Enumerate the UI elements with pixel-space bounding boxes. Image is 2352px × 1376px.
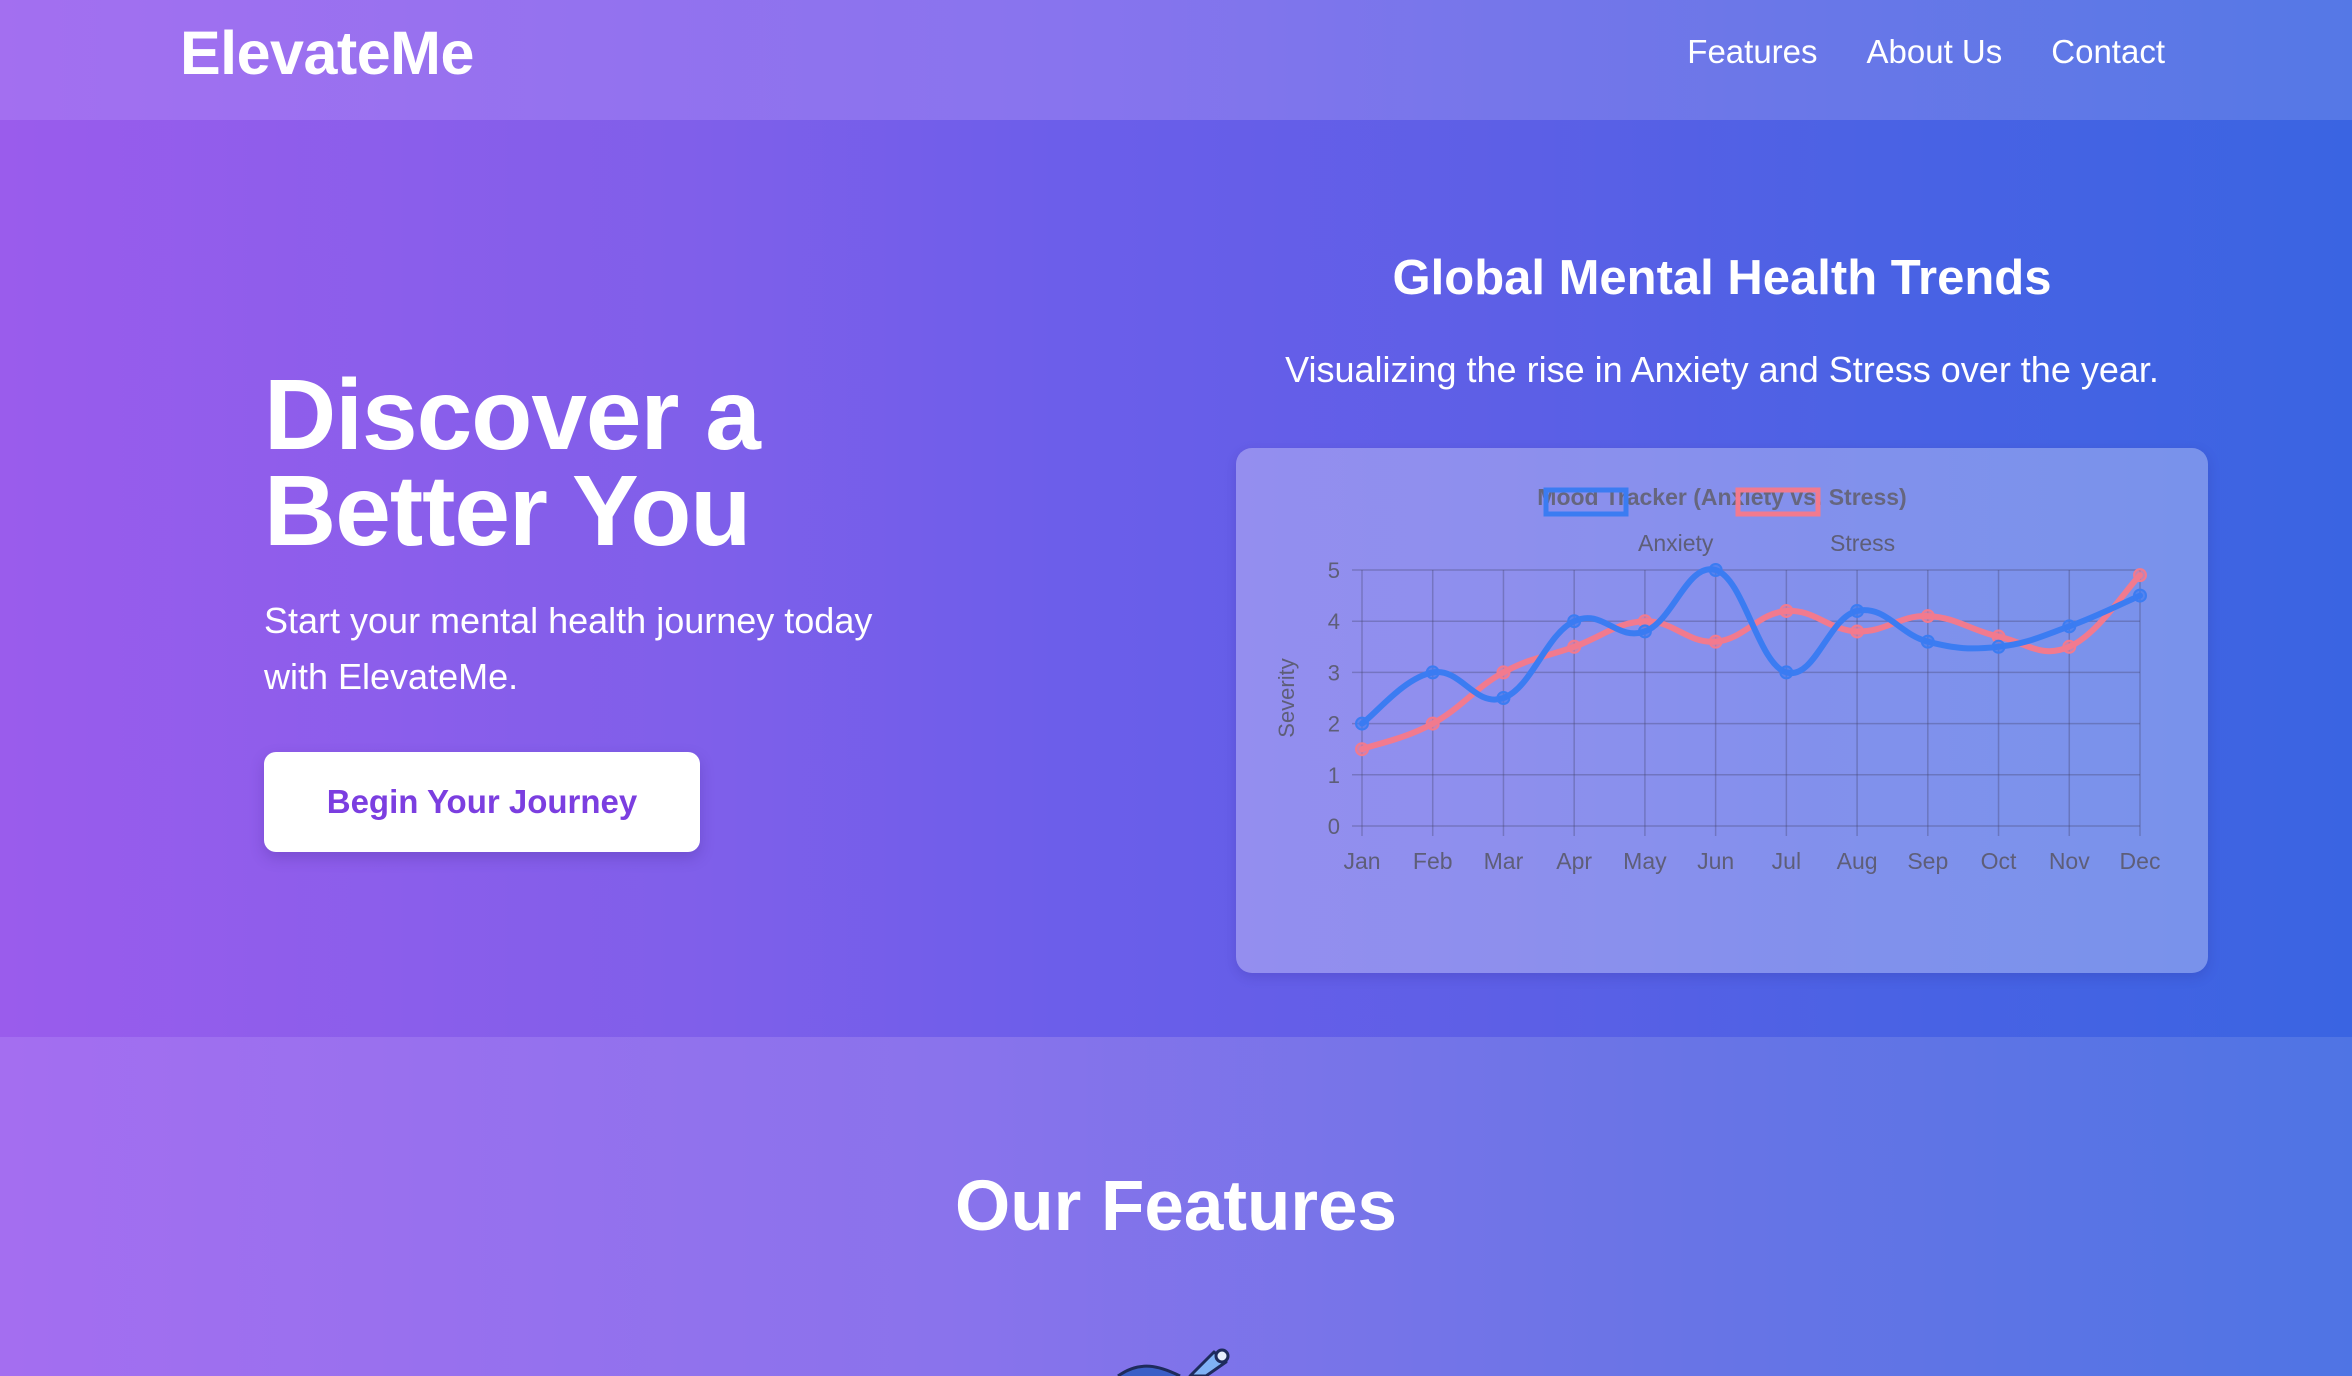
data-point-stress bbox=[2062, 639, 2077, 654]
data-point-anxiety bbox=[1496, 691, 1511, 705]
x-tick-label: Apr bbox=[1556, 848, 1592, 874]
x-tick-label: Oct bbox=[1981, 848, 2017, 874]
y-axis-label: Severity bbox=[1274, 658, 1299, 737]
main-nav: Features About Us Contact bbox=[1687, 30, 2165, 74]
legend-label-anxiety: Anxiety bbox=[1638, 530, 1714, 556]
data-point-anxiety bbox=[2133, 588, 2147, 603]
data-point-stress bbox=[1850, 624, 1865, 639]
data-point-anxiety bbox=[2062, 619, 2077, 634]
trends-subtitle: Visualizing the rise in Anxiety and Stre… bbox=[1285, 349, 2159, 390]
data-point-anxiety bbox=[1779, 665, 1794, 680]
x-tick-label: Mar bbox=[1484, 848, 1524, 874]
x-tick-label: Feb bbox=[1413, 848, 1453, 874]
nav-features[interactable]: Features bbox=[1687, 30, 1817, 74]
x-tick-label: Nov bbox=[2049, 848, 2090, 874]
x-tick-label: Aug bbox=[1837, 848, 1878, 874]
hero-title: Discover a Better You bbox=[264, 359, 761, 567]
legend-label-stress: Stress bbox=[1830, 530, 1895, 556]
data-point-stress bbox=[1920, 609, 1935, 624]
y-tick-label: 2 bbox=[1328, 712, 1340, 737]
data-point-stress bbox=[1567, 639, 1582, 654]
y-tick-label: 4 bbox=[1328, 609, 1340, 634]
data-point-stress bbox=[1425, 716, 1440, 731]
data-point-anxiety bbox=[1920, 634, 1935, 649]
y-tick-label: 3 bbox=[1328, 660, 1340, 685]
hero-title-line2: Better You bbox=[264, 455, 751, 567]
data-point-anxiety bbox=[1850, 603, 1865, 618]
begin-journey-button[interactable]: Begin Your Journey bbox=[264, 752, 700, 852]
x-tick-label: Dec bbox=[2120, 848, 2161, 874]
data-point-stress bbox=[1496, 665, 1511, 680]
hero-subtitle: Start your mental health journey today w… bbox=[264, 600, 873, 697]
x-tick-label: Jun bbox=[1697, 848, 1734, 874]
chart-card: Mood Tracker (Anxiety vs. Stress) Anxiety… bbox=[1236, 448, 2208, 973]
brush-icon bbox=[1117, 1348, 1230, 1376]
hero-title-line1: Discover a bbox=[264, 359, 761, 471]
logo[interactable]: ElevateMe bbox=[180, 18, 474, 88]
x-tick-label: May bbox=[1623, 848, 1667, 874]
nav-contact[interactable]: Contact bbox=[2051, 30, 2165, 74]
y-tick-label: 5 bbox=[1328, 558, 1340, 583]
features-section: Our Features bbox=[0, 1037, 2352, 1376]
data-point-anxiety bbox=[1991, 639, 2006, 654]
x-tick-label: Sep bbox=[1907, 848, 1948, 874]
data-point-anxiety bbox=[1637, 624, 1652, 639]
data-point-anxiety bbox=[1708, 563, 1723, 577]
site-header: ElevateMe Features About Us Contact bbox=[0, 0, 2352, 120]
x-tick-label: Jul bbox=[1772, 848, 1801, 874]
x-tick-label: Jan bbox=[1343, 848, 1380, 874]
mood-tracker-chart: Mood Tracker (Anxiety vs. Stress)Anxiety… bbox=[1274, 484, 2161, 874]
data-point-stress bbox=[1355, 742, 1369, 757]
data-point-anxiety bbox=[1355, 716, 1369, 731]
y-tick-label: 1 bbox=[1328, 763, 1340, 788]
data-point-stress bbox=[2133, 568, 2147, 583]
data-point-anxiety bbox=[1567, 614, 1582, 629]
features-title: Our Features bbox=[955, 1167, 1397, 1246]
data-point-stress bbox=[1708, 634, 1723, 649]
data-point-anxiety bbox=[1425, 665, 1440, 680]
hero-section: Discover a Better You Start your mental … bbox=[0, 120, 2352, 1037]
nav-about-us[interactable]: About Us bbox=[1867, 30, 2003, 74]
trends-title: Global Mental Health Trends bbox=[1392, 251, 2052, 305]
y-tick-label: 0 bbox=[1328, 814, 1340, 839]
data-point-stress bbox=[1779, 603, 1794, 618]
